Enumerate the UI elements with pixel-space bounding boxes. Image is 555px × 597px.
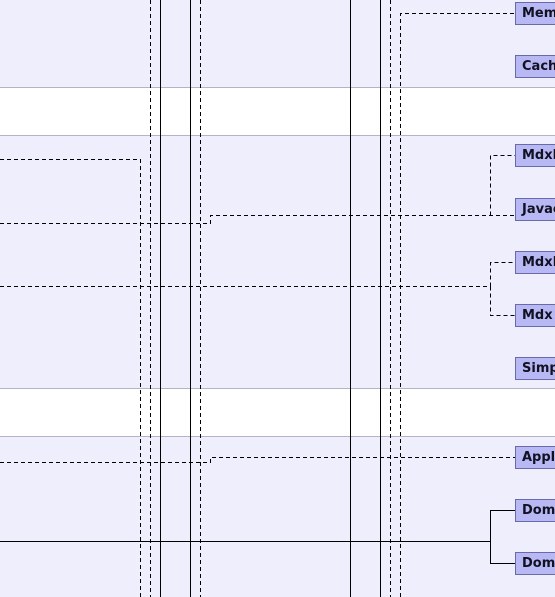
node-mem[interactable]: Mem — [515, 2, 555, 25]
edge-javac-mdxb — [490, 155, 515, 216]
node-mdxb[interactable]: Mdxb — [515, 144, 555, 167]
edge-to-appl — [0, 457, 515, 463]
node-javac[interactable]: Javac — [515, 198, 555, 221]
diagram-canvas: Mem Cach Mdxb Javac MdxE Mdx Simp Appl D… — [0, 0, 555, 597]
edge-fork-mdx — [490, 286, 515, 316]
edge-to-javac — [0, 215, 515, 224]
node-dom-2[interactable]: Dom — [515, 552, 555, 575]
edge-fork-mdxe — [490, 262, 515, 287]
edge-fork-dom1 — [490, 510, 515, 542]
edge-to-mem — [400, 13, 515, 597]
node-cach[interactable]: Cach — [515, 55, 555, 78]
edge-fork-dom2 — [490, 541, 515, 564]
node-appl[interactable]: Appl — [515, 446, 555, 469]
node-dom-1[interactable]: Dom — [515, 499, 555, 522]
node-mdx[interactable]: Mdx — [515, 304, 555, 327]
connector-lines — [0, 0, 515, 597]
edge-left-to-down — [0, 159, 141, 597]
node-mdxe[interactable]: MdxE — [515, 251, 555, 274]
node-simp[interactable]: Simp — [515, 357, 555, 380]
